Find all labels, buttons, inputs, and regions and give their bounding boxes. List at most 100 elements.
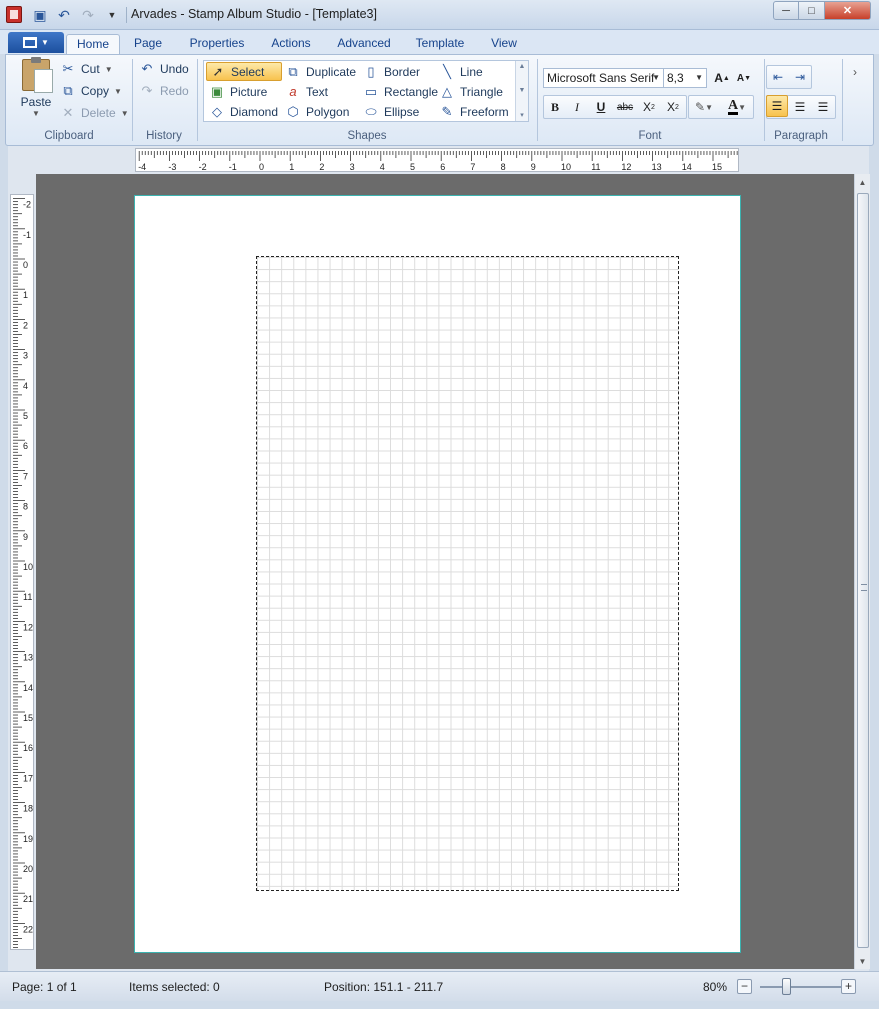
font-color-icon: A [727,98,739,115]
line-tool[interactable]: ╲ Line [436,62,514,81]
select-tool[interactable]: ➚ Select [206,62,282,81]
ruler-label: 6 [440,162,445,172]
italic-button[interactable]: I [566,96,588,118]
chevron-down-icon: ▼ [32,109,40,118]
delete-button[interactable]: ✕ Delete ▼ [60,103,129,123]
diamond-icon: ◇ [212,103,222,119]
undo-icon[interactable]: ↶ [54,5,74,25]
customize-dropdown-icon[interactable]: ▼ [102,5,122,25]
duplicate-icon: ⧉ [288,63,298,79]
align-right-button[interactable]: ☰ [812,96,834,118]
diamond-tool[interactable]: ◇ Diamond [206,102,282,121]
ruler-label: 18 [23,804,33,814]
undo-label: Undo [160,62,189,76]
zoom-in-button[interactable]: + [841,979,856,994]
gallery-down-icon[interactable]: ▼ [519,87,526,94]
page-indicator: Page: 1 of 1 [12,980,77,994]
subscript-button[interactable]: X2 [638,96,660,118]
clipboard-group: Paste ▼ ✂ Cut ▼ ⧉ Copy ▼ ✕ Delete ▼ Clip… [6,55,132,145]
picture-tool[interactable]: ▣ Picture [206,82,282,101]
shrink-font-button[interactable]: A ▼ [733,67,755,89]
align-left-button[interactable]: ☰ [766,95,788,117]
freeform-label: Freeform [460,104,509,119]
redo-icon[interactable]: ↷ [78,5,98,25]
close-button[interactable]: ✕ [825,1,871,20]
duplicate-tool[interactable]: ⧉ Duplicate [282,62,360,81]
vertical-scrollbar[interactable]: ▲ ▼ [854,174,870,969]
minimize-button[interactable]: ─ [773,1,799,20]
copy-button[interactable]: ⧉ Copy ▼ [60,81,122,101]
ruler-label: -2 [199,162,207,172]
ruler-label: 5 [23,411,28,421]
ruler-label: 11 [591,162,600,172]
application-menu-button[interactable]: ▼ [8,32,64,53]
border-label: Border [384,64,421,79]
ribbon-home: Paste ▼ ✂ Cut ▼ ⧉ Copy ▼ ✕ Delete ▼ Clip… [5,54,874,146]
decrease-indent-button[interactable]: ⇤ [767,66,789,88]
underline-button[interactable]: U [590,96,612,118]
grow-font-button[interactable]: A ▲ [711,67,733,89]
shrink-font-icon: A [736,72,745,84]
ruler-label: 4 [380,162,385,172]
tab-properties[interactable]: Properties [182,34,252,54]
strikethrough-button[interactable]: abc [614,96,636,118]
gallery-more-icon[interactable]: ▾ [520,111,524,119]
zoom-slider-track[interactable] [760,986,842,988]
maximize-button[interactable]: □ [799,1,825,20]
increase-indent-button[interactable]: ⇥ [789,66,811,88]
ruler-label: -2 [23,200,31,210]
border-icon: ▯ [367,63,375,79]
page-grid-area[interactable] [256,256,679,891]
tab-template[interactable]: Template [408,34,472,54]
tab-advanced[interactable]: Advanced [332,34,396,54]
ribbon-overflow-button[interactable]: › [846,61,864,83]
zoom-slider-thumb[interactable] [782,978,791,995]
app-icon[interactable] [6,6,22,23]
freeform-tool[interactable]: ✎ Freeform [436,102,514,121]
ellipse-label: Ellipse [384,104,420,119]
triangle-icon: △ [442,83,452,99]
text-tool[interactable]: a Text [282,82,360,101]
triangle-tool[interactable]: △ Triangle [436,82,514,101]
chevron-down-icon: ▼ [695,73,703,82]
superscript-button[interactable]: X2 [662,96,684,118]
save-icon[interactable]: ▣ [30,5,50,25]
scroll-thumb[interactable] [857,193,869,948]
zoom-level: 80% [703,980,728,994]
redo-button[interactable]: ↷ Redo [139,81,189,101]
ellipse-tool[interactable]: ⬭ Ellipse [360,102,436,121]
border-tool[interactable]: ▯ Border [360,62,436,81]
rectangle-tool[interactable]: ▭ Rectangle [360,82,438,101]
chevron-down-icon: ▼ [104,64,113,74]
window-bottom-edge [0,1001,879,1009]
polygon-tool[interactable]: ⬡ Polygon [282,102,360,121]
font-family-select[interactable]: Microsoft Sans Serif ▼ [543,68,664,88]
zoom-out-button[interactable]: − [737,979,752,994]
scroll-down-icon[interactable]: ▼ [855,953,870,969]
font-size-select[interactable]: 8,3 ▼ [663,68,707,88]
bold-button[interactable]: B [544,96,566,118]
tab-view[interactable]: View [484,34,524,54]
tab-actions[interactable]: Actions [264,34,318,54]
tab-home[interactable]: Home [66,34,120,54]
gallery-scrollbar[interactable]: ▲ ▼ ▾ [515,61,528,121]
line-label: Line [460,64,483,79]
paste-button[interactable]: Paste ▼ [16,57,56,119]
ruler-label: 13 [652,162,662,172]
ruler-label: 13 [23,653,33,663]
cut-button[interactable]: ✂ Cut ▼ [60,59,113,79]
tab-page[interactable]: Page [128,34,168,54]
copy-label: Copy [81,84,110,98]
highlight-button[interactable]: ✎ ▼ [690,96,718,118]
ruler-label: 2 [23,320,28,330]
font-size-value: 8,3 [667,71,684,85]
undo-button[interactable]: ↶ Undo [139,59,189,79]
align-center-button[interactable]: ☰ [789,96,811,118]
gallery-up-icon[interactable]: ▲ [519,63,526,70]
redo-label: Redo [160,84,189,98]
font-color-button[interactable]: A ▼ [722,96,752,118]
shapes-group-label: Shapes [347,130,387,142]
align-center-icon: ☰ [794,100,806,114]
highlight-pen-icon: ✎ [695,100,706,114]
scroll-up-icon[interactable]: ▲ [855,174,870,190]
